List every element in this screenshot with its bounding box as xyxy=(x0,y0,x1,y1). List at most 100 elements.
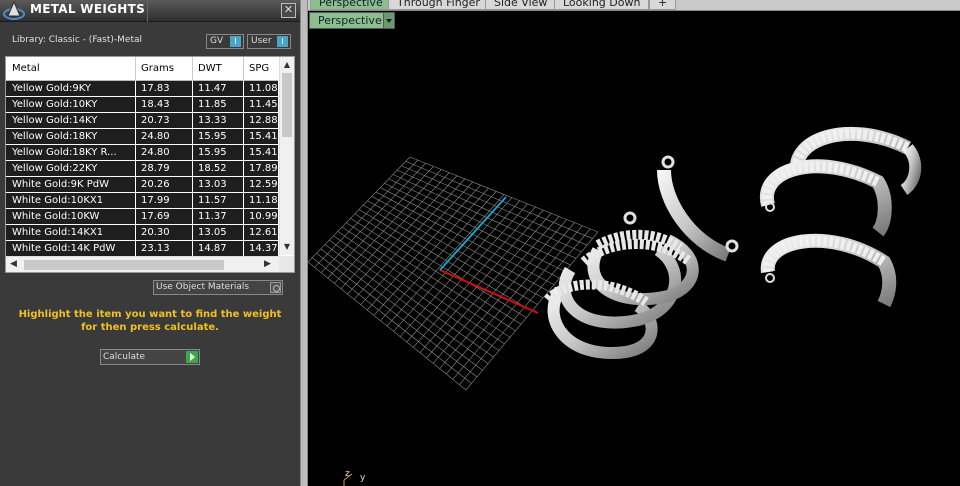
tab-perspective[interactable]: Perspective xyxy=(310,0,392,10)
add-tab-button[interactable]: + xyxy=(649,0,677,10)
cell-spg: 10.99 xyxy=(249,211,278,222)
cell-spg: 15.41 xyxy=(249,131,278,142)
table-row[interactable]: Yellow Gold:18KY R... 24.80 15.95 15.41 xyxy=(6,145,278,161)
tab-through-finger[interactable]: Through Finger xyxy=(388,0,489,10)
user-toggle[interactable]: User I xyxy=(247,34,291,49)
cell-divider xyxy=(192,241,193,257)
col-header-dwt[interactable]: DWT xyxy=(198,63,222,74)
scroll-down-icon[interactable]: ▼ xyxy=(282,242,292,252)
col-header-metal[interactable]: Metal xyxy=(12,63,40,74)
col-divider xyxy=(192,57,193,81)
library-label: Library: Classic - (Fast)-Metal xyxy=(12,35,143,45)
tab-looking-down[interactable]: Looking Down xyxy=(554,0,650,10)
table-row[interactable]: Yellow Gold:22KY 28.79 18.52 17.89 xyxy=(6,161,278,177)
cell-dwt: 11.57 xyxy=(198,195,227,206)
calculate-button[interactable]: Calculate xyxy=(100,349,200,365)
ground-grid xyxy=(308,156,599,391)
cell-divider xyxy=(243,161,244,177)
grid-line xyxy=(341,226,511,338)
scroll-up-icon[interactable]: ▲ xyxy=(282,60,292,70)
axis-triad-icon: z y xyxy=(343,469,366,486)
cell-divider xyxy=(192,209,193,225)
cell-grams: 23.13 xyxy=(141,243,170,254)
cell-divider xyxy=(192,129,193,145)
cell-grams: 28.79 xyxy=(141,163,170,174)
scene-canvas[interactable]: z y xyxy=(308,0,960,486)
col-header-spg[interactable]: SPG xyxy=(249,63,269,74)
cell-spg: 11.45 xyxy=(249,99,278,110)
spiral-ring-model[interactable] xyxy=(544,229,699,360)
table-row[interactable]: Yellow Gold:14KY 20.73 13.33 12.88 xyxy=(6,113,278,129)
grid-line xyxy=(358,209,533,312)
cell-divider xyxy=(192,161,193,177)
cell-grams: 24.80 xyxy=(141,131,170,142)
vertical-scrollbar[interactable]: ▲ ▼ xyxy=(279,57,294,255)
cell-spg: 11.18 xyxy=(249,195,278,206)
view-dropdown[interactable]: Perspective xyxy=(309,12,395,29)
gv-toggle-label: GV xyxy=(210,36,224,46)
play-icon[interactable] xyxy=(186,351,198,363)
col-header-grams[interactable]: Grams xyxy=(141,63,174,74)
chevron-down-icon[interactable] xyxy=(383,13,394,28)
stacked-rings-model[interactable] xyxy=(759,126,922,308)
scroll-left-icon[interactable]: ◀ xyxy=(10,259,17,269)
cell-dwt: 13.05 xyxy=(198,227,227,238)
grid-line xyxy=(329,239,494,358)
cell-divider xyxy=(135,97,136,113)
title-divider xyxy=(147,0,148,22)
cell-metal: White Gold:14K PdW xyxy=(12,243,116,254)
3d-viewport[interactable]: z y Perspective Through Finger Side View… xyxy=(308,0,960,486)
viewport-tab-bar: Perspective Through Finger Side View Loo… xyxy=(308,0,960,11)
table-row[interactable]: Yellow Gold:10KY 18.43 11.85 11.45 xyxy=(6,97,278,113)
close-button[interactable]: ✕ xyxy=(281,3,296,18)
cell-metal: Yellow Gold:18KY xyxy=(12,131,98,142)
table-row[interactable]: White Gold:14K PdW 23.13 14.87 14.37 xyxy=(6,241,278,257)
panel-splitter[interactable] xyxy=(300,0,308,486)
cell-dwt: 15.95 xyxy=(198,131,227,142)
cell-metal: White Gold:10KW xyxy=(12,211,100,222)
cell-spg: 12.88 xyxy=(249,115,278,126)
cell-dwt: 11.37 xyxy=(198,211,227,222)
table-row[interactable]: White Gold:14KX1 20.30 13.05 12.61 xyxy=(6,225,278,241)
cell-spg: 12.61 xyxy=(249,227,278,238)
use-object-materials-label: Use Object Materials xyxy=(156,282,250,292)
cell-grams: 17.69 xyxy=(141,211,170,222)
cell-grams: 24.80 xyxy=(141,147,170,158)
calculate-label: Calculate xyxy=(103,352,146,362)
cell-divider xyxy=(135,129,136,145)
user-toggle-label: User xyxy=(251,36,272,46)
vertical-scroll-thumb[interactable] xyxy=(282,73,292,137)
scroll-right-icon[interactable]: ▶ xyxy=(264,259,271,269)
gv-toggle[interactable]: GV I xyxy=(206,34,244,49)
metal-table: Metal Grams DWT SPG Yellow Gold:9KY 17.83… xyxy=(5,56,295,273)
cell-grams: 18.43 xyxy=(141,99,170,110)
col-divider xyxy=(135,57,136,81)
cell-dwt: 13.03 xyxy=(198,179,227,190)
table-row[interactable]: Yellow Gold:18KY 24.80 15.95 15.41 xyxy=(6,129,278,145)
table-header: Metal Grams DWT SPG xyxy=(6,57,278,81)
radio-icon[interactable] xyxy=(270,282,281,293)
cell-dwt: 11.85 xyxy=(198,99,227,110)
cell-divider xyxy=(243,193,244,209)
table-row[interactable]: White Gold:10KX1 17.99 11.57 11.18 xyxy=(6,193,278,209)
cell-divider xyxy=(135,113,136,129)
table-row[interactable]: White Gold:10KW 17.69 11.37 10.99 xyxy=(6,209,278,225)
cell-metal: Yellow Gold:9KY xyxy=(12,83,91,94)
cell-metal: Yellow Gold:18KY R... xyxy=(12,147,117,158)
cell-spg: 14.37 xyxy=(249,243,278,254)
cell-grams: 17.83 xyxy=(141,83,170,94)
use-object-materials-toggle[interactable]: Use Object Materials xyxy=(153,280,283,295)
panel-title: METAL WEIGHTS xyxy=(30,2,146,16)
cell-divider xyxy=(243,81,244,97)
cell-divider xyxy=(135,241,136,257)
table-row[interactable]: Yellow Gold:9KY 17.83 11.47 11.08 xyxy=(6,81,278,97)
horizontal-scroll-thumb[interactable] xyxy=(24,260,224,270)
user-toggle-knob-icon: I xyxy=(277,36,288,47)
cell-dwt: 18.52 xyxy=(198,163,227,174)
horizontal-scrollbar[interactable]: ◀ ▶ xyxy=(6,256,279,272)
grid-line xyxy=(333,235,500,351)
cell-divider xyxy=(243,225,244,241)
table-row[interactable]: White Gold:9K PdW 20.26 13.03 12.59 xyxy=(6,177,278,193)
tab-side-view[interactable]: Side View xyxy=(485,0,557,10)
cell-grams: 20.26 xyxy=(141,179,170,190)
